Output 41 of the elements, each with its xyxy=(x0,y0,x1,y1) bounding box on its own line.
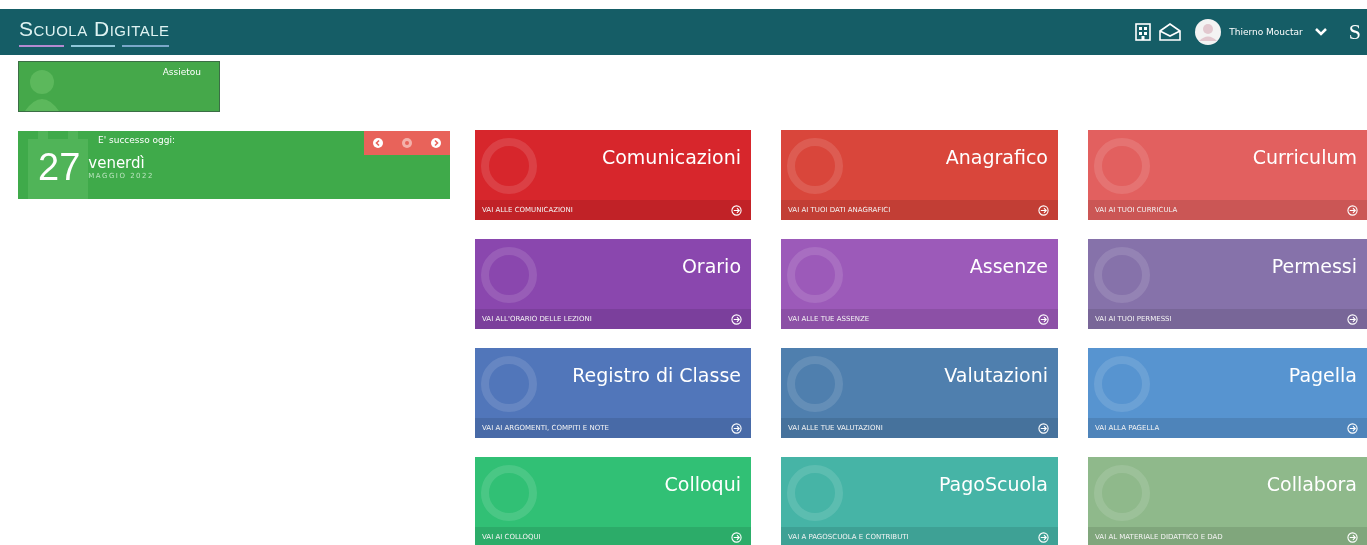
tile-title: Curriculum xyxy=(1252,146,1357,168)
arrow-circle-icon[interactable] xyxy=(1347,422,1358,434)
tile-title: Registro di Classe xyxy=(572,364,741,386)
arrow-circle-icon[interactable] xyxy=(731,204,742,216)
tile-title: Anagrafico xyxy=(945,146,1048,168)
arrow-circle-icon[interactable] xyxy=(1038,422,1049,434)
caption: E' successo oggi: xyxy=(98,135,176,145)
arrow-circle-icon[interactable] xyxy=(1347,204,1358,216)
tile-title: Pagella xyxy=(1288,364,1357,386)
previous-icon[interactable] xyxy=(373,138,384,148)
logo[interactable]: Scuola Digitale xyxy=(19,16,170,41)
tile-title: Assenze xyxy=(969,255,1048,277)
arrow-circle-icon[interactable] xyxy=(731,313,742,325)
tile-title: Valutazioni xyxy=(944,364,1048,386)
tile-title: Comunicazioni xyxy=(601,146,741,168)
avatar[interactable] xyxy=(1195,19,1222,45)
arrow-circle-icon[interactable] xyxy=(731,531,742,543)
day-number: 27 xyxy=(38,147,81,187)
faded-circle-icon xyxy=(481,138,537,194)
chevron-down-icon[interactable] xyxy=(1314,28,1327,36)
tile-title: Permessi xyxy=(1271,255,1357,277)
user-card[interactable]: Assietou xyxy=(18,61,220,112)
next-icon[interactable] xyxy=(430,138,441,148)
tile-title: Orario xyxy=(681,255,741,277)
tile-title: Colloqui xyxy=(664,473,741,495)
user-name[interactable]: Thierno Mouctar xyxy=(1229,27,1303,37)
tile-title: PagoScuola xyxy=(938,473,1048,495)
tile-title: Collabora xyxy=(1266,473,1357,495)
brand-mark[interactable]: S xyxy=(1348,19,1361,45)
arrow-circle-icon[interactable] xyxy=(731,422,742,434)
envelope-icon[interactable] xyxy=(1159,23,1182,41)
arrow-circle-icon[interactable] xyxy=(1038,531,1049,543)
student-name: Assietou xyxy=(162,67,201,77)
arrow-circle-icon[interactable] xyxy=(1038,204,1049,216)
weekday: venerdì xyxy=(88,154,146,172)
calendar-icon xyxy=(28,131,88,199)
person-icon xyxy=(25,69,59,111)
arrow-circle-icon[interactable] xyxy=(1347,313,1358,325)
arrow-circle-icon[interactable] xyxy=(1038,313,1049,325)
faded-circle-icon xyxy=(481,465,537,521)
building-icon[interactable] xyxy=(1135,23,1152,41)
